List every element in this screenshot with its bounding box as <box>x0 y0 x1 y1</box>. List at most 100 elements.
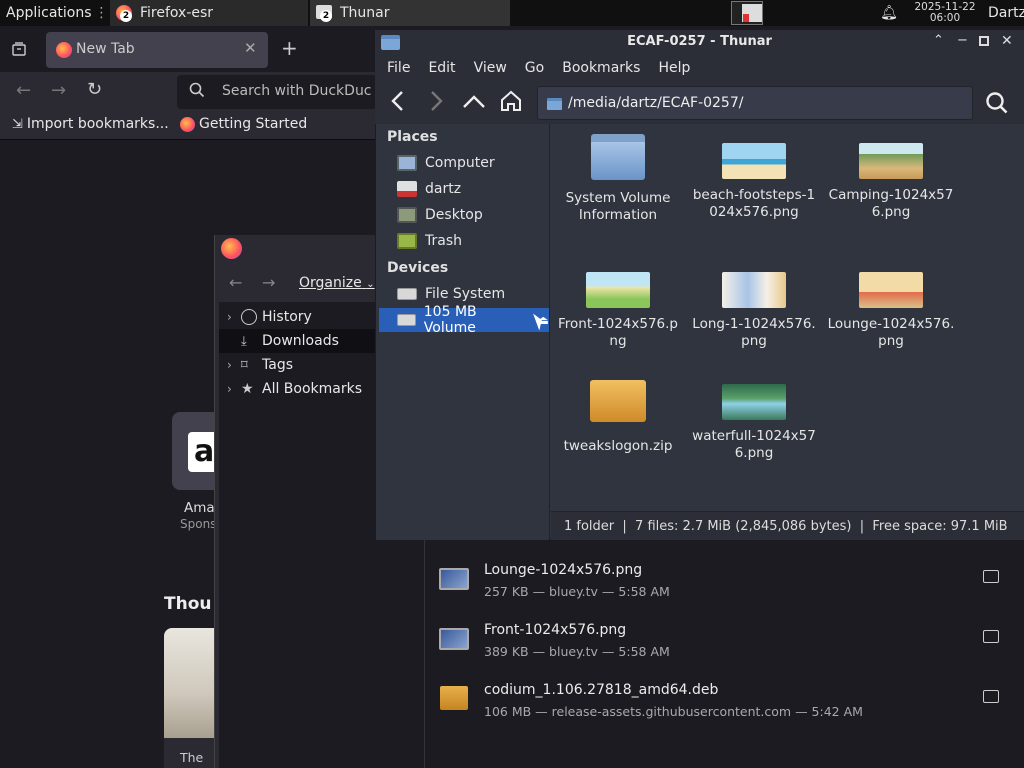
search-icon <box>189 82 205 98</box>
home-folder-icon <box>397 181 417 197</box>
forward-arrow-icon[interactable]: → <box>51 80 66 101</box>
file-item[interactable]: tweakslogon.zip <box>553 380 683 455</box>
thunar-sidebar: Places Computer dartz Desktop Trash Devi… <box>376 124 550 540</box>
bell-icon: 🔔︎ <box>880 5 898 21</box>
organize-menu[interactable]: Organize ⌄ <box>299 275 375 291</box>
firefox-nav-bar: ← → ↻ Search with DuckDuc <box>0 72 424 112</box>
import-bookmarks-link[interactable]: ⇲ Import bookmarks... <box>12 116 169 132</box>
image-thumbnail <box>722 384 786 420</box>
file-item[interactable]: waterfull-1024x576.png <box>689 384 819 462</box>
parent-folder-icon[interactable] <box>462 92 486 114</box>
shortcut-tile-amazon[interactable]: a <box>172 412 214 490</box>
chevron-down-icon: ⌄ <box>366 279 375 290</box>
home-icon[interactable] <box>500 90 522 116</box>
image-thumbnail <box>859 143 923 179</box>
thunar-titlebar[interactable]: ECAF-0257 - Thunar ⌃ − ✕ <box>375 30 1024 56</box>
download-item[interactable]: codium_1.106.27818_amd64.deb 106 MB — re… <box>425 676 1024 736</box>
forward-icon[interactable] <box>427 90 445 116</box>
folder-icon <box>547 98 562 110</box>
import-icon: ⇲ <box>12 116 23 132</box>
search-icon[interactable] <box>985 91 1009 119</box>
workspace-switcher[interactable] <box>730 0 764 26</box>
tag-icon: ⌑ <box>241 357 248 373</box>
sidebar-item-dartz[interactable]: dartz <box>379 177 549 201</box>
thunar-toolbar: /media/dartz/ECAF-0257/ <box>375 82 1024 124</box>
close-window-icon[interactable]: ✕ <box>1001 33 1013 49</box>
thunar-menubar: File Edit View Go Bookmarks Help <box>375 56 1024 82</box>
image-file-icon <box>439 628 469 650</box>
menu-bookmarks[interactable]: Bookmarks <box>562 60 640 76</box>
story-image <box>164 628 214 738</box>
download-icon: ⤓ <box>241 333 247 349</box>
package-icon <box>440 686 468 710</box>
applications-menu[interactable]: Applications ⋮ <box>2 0 108 26</box>
maximize-icon[interactable] <box>979 36 989 46</box>
folder-icon[interactable] <box>983 690 999 703</box>
amazon-logo-icon: a <box>188 432 214 472</box>
sidebar-item-desktop[interactable]: Desktop <box>379 203 549 227</box>
folder-icon <box>591 134 645 180</box>
sidebar-item-105mb-volume[interactable]: 105 MB Volume ⏏ <box>379 304 549 336</box>
location-bar[interactable]: /media/dartz/ECAF-0257/ <box>537 86 973 120</box>
getting-started-link[interactable]: Getting Started <box>180 116 307 132</box>
thunar-statusbar: 1 folder | 7 files: 2.7 MiB (2,845,086 b… <box>551 511 1024 540</box>
menu-view[interactable]: View <box>474 60 507 76</box>
file-item[interactable]: Front-1024x576.png <box>553 272 683 350</box>
library-back-icon[interactable]: ← <box>229 273 242 292</box>
top-panel: Applications ⋮ 2 Firefox-esr 2 Thunar 🔔︎ … <box>0 0 1024 26</box>
minimize-icon[interactable]: − <box>957 33 968 48</box>
computer-icon <box>397 155 417 171</box>
trash-icon <box>397 233 417 249</box>
menu-edit[interactable]: Edit <box>428 60 455 76</box>
taskbar-firefox[interactable]: 2 Firefox-esr <box>110 0 308 26</box>
menu-file[interactable]: File <box>387 60 410 76</box>
image-thumbnail <box>722 143 786 179</box>
file-item[interactable]: Camping-1024x576.png <box>826 143 956 221</box>
tab-list-icon[interactable] <box>8 38 30 60</box>
user-menu[interactable]: Dartz <box>988 0 1024 26</box>
reload-icon[interactable]: ↻ <box>87 79 102 100</box>
thunar-icon-view: System Volume Information beach-footstep… <box>551 124 1024 511</box>
close-tab-icon[interactable]: ✕ <box>244 39 257 57</box>
firefox-tab-icon <box>56 42 72 58</box>
folder-icon[interactable] <box>983 570 999 583</box>
back-arrow-icon[interactable]: ← <box>16 80 31 101</box>
folder-icon[interactable] <box>983 630 999 643</box>
desktop-icon <box>397 207 417 223</box>
chevron-right-icon: › <box>227 382 232 396</box>
story-card[interactable]: The S <box>164 628 214 768</box>
downloads-list: Lounge-1024x576.png 257 KB — bluey.tv — … <box>424 540 1024 768</box>
archive-icon <box>590 380 646 422</box>
window-shade-icon[interactable]: ⌃ <box>933 33 944 48</box>
library-forward-icon[interactable]: → <box>262 273 275 292</box>
file-item[interactable]: Lounge-1024x576.png <box>826 272 956 350</box>
tab-new-tab[interactable]: New Tab ✕ <box>46 32 268 68</box>
file-item[interactable]: beach-footsteps-1024x576.png <box>689 143 819 221</box>
sidebar-item-computer[interactable]: Computer <box>379 151 549 175</box>
file-item[interactable]: Long-1-1024x576.png <box>689 272 819 350</box>
workspace-icon <box>731 1 763 25</box>
new-tab-plus-icon[interactable]: + <box>281 36 298 60</box>
back-icon[interactable] <box>389 90 407 116</box>
removable-drive-icon <box>397 314 416 326</box>
clock[interactable]: 2025-11-22 06:00 <box>908 0 982 26</box>
image-thumbnail <box>859 272 923 308</box>
taskbar-thunar[interactable]: 2 Thunar <box>310 0 510 26</box>
clock-icon <box>241 309 257 325</box>
download-item[interactable]: Front-1024x576.png 389 KB — bluey.tv — 5… <box>425 616 1024 676</box>
download-item[interactable]: Lounge-1024x576.png 257 KB — bluey.tv — … <box>425 556 1024 616</box>
firefox-logo-icon <box>221 238 242 259</box>
sidebar-item-file-system[interactable]: File System <box>379 282 549 306</box>
bookmarks-toolbar: ⇲ Import bookmarks... Getting Started <box>0 112 424 140</box>
image-file-icon <box>439 568 469 590</box>
firefox-tab-bar: New Tab ✕ + <box>0 26 424 72</box>
file-item[interactable]: System Volume Information <box>553 134 683 224</box>
star-icon: ★ <box>241 381 254 397</box>
sidebar-item-trash[interactable]: Trash <box>379 229 549 253</box>
chevron-right-icon: › <box>227 310 232 324</box>
menu-go[interactable]: Go <box>525 60 544 76</box>
notifications-button[interactable]: 🔔︎ <box>878 0 900 26</box>
firefox-bookmark-icon <box>180 116 195 132</box>
image-thumbnail <box>722 272 786 308</box>
menu-help[interactable]: Help <box>658 60 690 76</box>
